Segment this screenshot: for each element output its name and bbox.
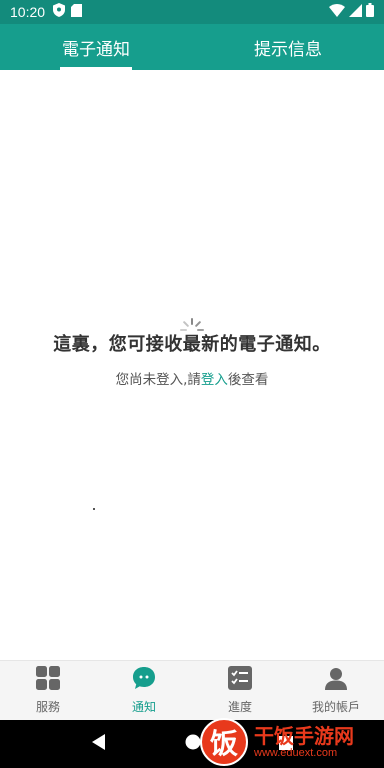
- home-icon[interactable]: [185, 734, 201, 754]
- sd-card-icon: [71, 3, 83, 21]
- wifi-icon: [329, 3, 345, 21]
- nav-label: 我的帳戶: [311, 700, 360, 714]
- watermark-text: 干饭手游网: [254, 724, 354, 748]
- grid-icon: [36, 666, 60, 694]
- nav-item-services[interactable]: 服務: [0, 661, 96, 720]
- watermark-logo: 饭: [200, 718, 248, 766]
- notification-content: 這裏，您可接收最新的電子通知。 您尚未登入,請登入後查看: [0, 70, 384, 660]
- nav-item-notifications[interactable]: 通知: [96, 661, 192, 720]
- nav-item-my-account[interactable]: 我的帳戶: [288, 661, 384, 720]
- login-link[interactable]: 登入: [201, 372, 228, 388]
- subtitle-suffix: 後查看: [227, 372, 269, 388]
- back-icon[interactable]: [91, 734, 107, 754]
- empty-state-title: 這裏，您可接收最新的電子通知。: [53, 334, 331, 355]
- status-bar: 10:20: [0, 0, 384, 24]
- watermark-url: www.eduext.com: [254, 747, 338, 759]
- tab-tips[interactable]: 提示信息: [192, 24, 384, 70]
- nav-label: 進度: [227, 700, 252, 714]
- tab-label: 提示信息: [254, 39, 322, 60]
- nav-label: 服務: [35, 700, 60, 714]
- nav-label: 通知: [131, 700, 156, 714]
- empty-state-subtitle: 您尚未登入,請登入後查看: [0, 368, 384, 388]
- bottom-nav: 服務 通知 進度 我的帳戶: [0, 660, 384, 720]
- battery-icon: [366, 3, 374, 21]
- user-icon: [324, 666, 348, 694]
- subtitle-prefix: 您尚未登入,請: [115, 372, 201, 388]
- shield-icon: [53, 3, 66, 21]
- tab-label: 電子通知: [62, 39, 130, 60]
- tab-bar: 電子通知 提示信息: [0, 24, 384, 70]
- nav-item-progress[interactable]: 進度: [192, 661, 288, 720]
- checklist-icon: [228, 666, 252, 694]
- signal-icon: [349, 3, 362, 21]
- chat-bubble-icon: [132, 666, 156, 694]
- stray-dot: [93, 508, 95, 510]
- status-time: 10:20: [10, 4, 46, 20]
- tab-electronic-notices[interactable]: 電子通知: [0, 24, 192, 70]
- watermark: 饭 干饭手游网 www.eduext.com: [200, 716, 384, 768]
